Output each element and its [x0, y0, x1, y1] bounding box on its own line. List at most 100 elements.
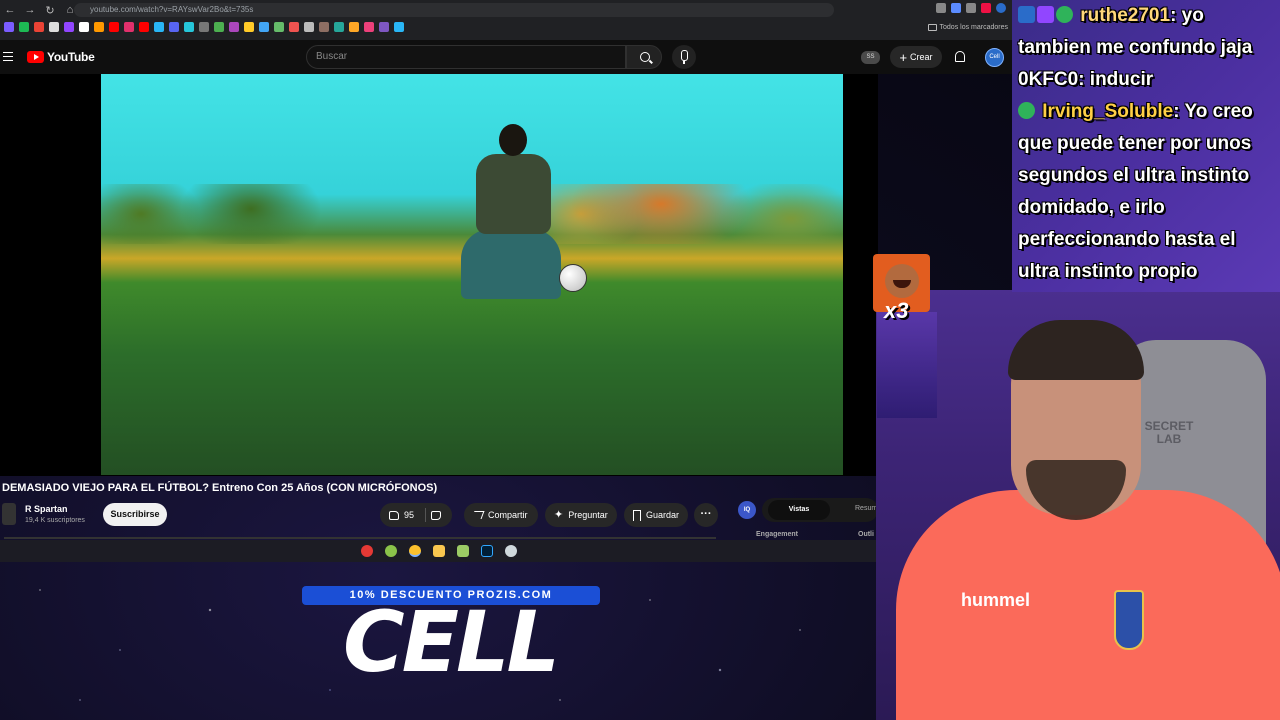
- app-icon-3[interactable]: [457, 545, 469, 557]
- like-count[interactable]: 95: [404, 510, 414, 520]
- bookmark-icon[interactable]: [184, 22, 194, 32]
- bookmark-icon[interactable]: [394, 22, 404, 32]
- bookmark-icon[interactable]: [79, 22, 89, 32]
- extension-icon[interactable]: [966, 3, 976, 13]
- bookmark-icon[interactable]: [244, 22, 254, 32]
- shirt-brand: hummel: [961, 590, 1031, 610]
- bookmark-icon[interactable]: [169, 22, 179, 32]
- chat-message: Irving_Soluble: Yo creo que puede tener …: [1018, 96, 1276, 288]
- more-actions-button[interactable]: ···: [694, 503, 718, 527]
- bookmark-icon[interactable]: [319, 22, 329, 32]
- save-button[interactable]: Guardar: [624, 503, 688, 527]
- app-icon-1[interactable]: [361, 545, 373, 557]
- thumbs-up-icon[interactable]: [389, 510, 399, 520]
- divider: [425, 508, 427, 522]
- all-bookmarks-folder[interactable]: Todos los marcadores: [927, 24, 1008, 31]
- share-button[interactable]: Compartir: [464, 503, 538, 527]
- bookmarks-bar: [4, 22, 404, 32]
- chair-logo: SECRET LAB: [1144, 419, 1194, 446]
- emote-count: x3: [884, 298, 909, 323]
- bookmark-icon[interactable]: [64, 22, 74, 32]
- forward-icon[interactable]: →: [20, 0, 40, 20]
- share-label: Compartir: [488, 510, 528, 520]
- chrome-icon[interactable]: [409, 545, 421, 557]
- ss-badge[interactable]: SS: [861, 51, 880, 64]
- microphone-icon[interactable]: [672, 45, 696, 69]
- bookmark-icon[interactable]: [139, 22, 149, 32]
- bookmark-icon[interactable]: [349, 22, 359, 32]
- extension-icon[interactable]: [951, 3, 961, 13]
- tab-resumen[interactable]: Resum: [855, 505, 877, 512]
- footballer-body: [476, 154, 551, 234]
- bookmark-icon[interactable]: [199, 22, 209, 32]
- bookmark-icon[interactable]: [304, 22, 314, 32]
- bookmark-icon[interactable]: [124, 22, 134, 32]
- divider: [4, 537, 716, 539]
- chat-username[interactable]: Irving_Soluble: [1042, 101, 1173, 122]
- address-bar[interactable]: youtube.com/watch?v=RAYswVar2Bo&t=735s: [74, 3, 834, 17]
- bookmark-icon[interactable]: [289, 22, 299, 32]
- bookmark-icon[interactable]: [19, 22, 29, 32]
- profile-avatar-icon[interactable]: [996, 3, 1006, 13]
- extension-icon[interactable]: [981, 3, 991, 13]
- youtube-logo[interactable]: YouTube: [27, 50, 95, 64]
- channel-name[interactable]: R Spartan: [25, 504, 68, 514]
- bookmark-icon[interactable]: [214, 22, 224, 32]
- bookmark-icon[interactable]: [49, 22, 59, 32]
- folder-icon[interactable]: [433, 545, 445, 557]
- engagement-label: Engagement: [756, 531, 799, 538]
- back-icon[interactable]: ←: [0, 0, 20, 20]
- team-crest-icon: [1114, 590, 1144, 650]
- badge-icon: [1056, 6, 1073, 23]
- subscribe-button[interactable]: Suscribirse: [103, 503, 167, 526]
- bookmark-icon[interactable]: [4, 22, 14, 32]
- emote-trail: [877, 312, 937, 418]
- notifications-bell-icon[interactable]: [955, 51, 965, 62]
- streamer-hair: [1008, 320, 1144, 380]
- channel-avatar[interactable]: [2, 503, 16, 525]
- youtube-logo-text: YouTube: [47, 50, 95, 64]
- tab-vistas[interactable]: Vistas: [768, 500, 830, 520]
- photoshop-icon[interactable]: [481, 545, 493, 557]
- extension-icon[interactable]: [936, 3, 946, 13]
- bookmark-icon[interactable]: [109, 22, 119, 32]
- bookmark-icon[interactable]: [379, 22, 389, 32]
- streamer-shirt: [896, 490, 1280, 720]
- search-icon[interactable]: [626, 45, 662, 69]
- video-title: DEMASIADO VIEJO PARA EL FÚTBOL? Entreno …: [2, 482, 438, 494]
- app-icon-2[interactable]: [385, 545, 397, 557]
- chat-message: 0KFC0: inducir: [1018, 64, 1276, 96]
- like-dislike-group: 95: [380, 503, 452, 527]
- stream-layout: ← → ↻ ⌂ youtube.com/watch?v=RAYswVar2Bo&…: [0, 0, 1280, 720]
- bookmark-icon[interactable]: [34, 22, 44, 32]
- badge-icon: [1018, 6, 1035, 23]
- bookmark-icon[interactable]: [334, 22, 344, 32]
- bookmark-icon[interactable]: [154, 22, 164, 32]
- video-player[interactable]: [101, 74, 843, 475]
- youtube-header: YouTube Buscar SS + Crear Cell: [0, 40, 1012, 74]
- bookmark-icon[interactable]: [229, 22, 239, 32]
- reload-icon[interactable]: ↻: [40, 0, 60, 20]
- account-avatar[interactable]: Cell: [985, 48, 1004, 67]
- chat-message: ruthe2701: yo tambien me confundo jaja: [1018, 0, 1276, 64]
- thumbs-down-icon[interactable]: [431, 510, 442, 520]
- hamburger-menu-icon[interactable]: [3, 52, 13, 61]
- bookmark-icon[interactable]: [274, 22, 284, 32]
- search-input[interactable]: Buscar: [306, 45, 626, 69]
- taskbar: [0, 540, 878, 562]
- plus-icon: +: [899, 49, 908, 65]
- chat-username[interactable]: ruthe2701: [1080, 5, 1170, 26]
- footballer-head: [499, 124, 527, 156]
- ask-button[interactable]: ✦ Preguntar: [545, 503, 617, 527]
- extension-icons: [936, 3, 1006, 13]
- footballer-legs: [461, 229, 561, 299]
- folder-icon: [927, 24, 937, 31]
- bookmark-save-icon: [633, 509, 641, 521]
- iq-badge[interactable]: IQ: [738, 501, 756, 519]
- create-button[interactable]: + Crear: [890, 46, 942, 68]
- bookmark-icon[interactable]: [94, 22, 104, 32]
- app-icon-4[interactable]: [505, 545, 517, 557]
- bookmark-icon[interactable]: [364, 22, 374, 32]
- chat-username[interactable]: 0KFC0: [1018, 69, 1078, 90]
- bookmark-icon[interactable]: [259, 22, 269, 32]
